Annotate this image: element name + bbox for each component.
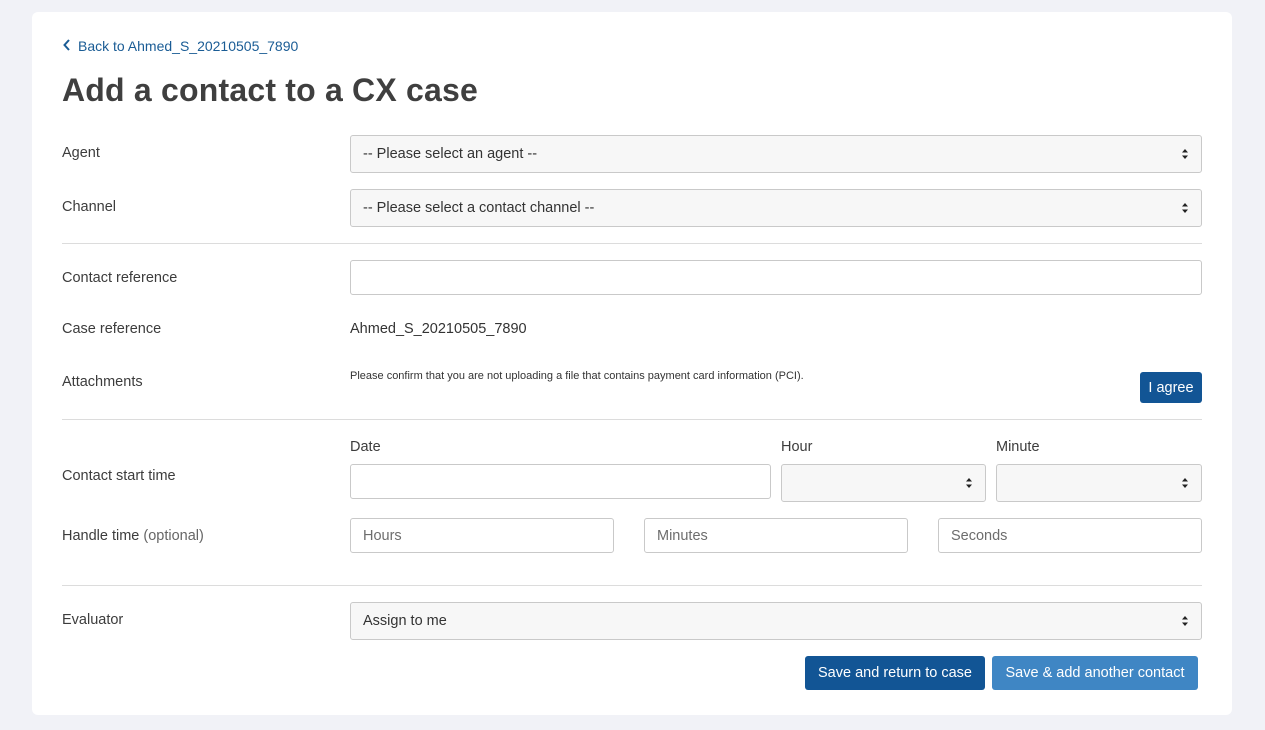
minute-header: Minute (996, 439, 1040, 455)
select-arrows-icon (965, 477, 973, 489)
select-arrows-icon (1181, 202, 1189, 214)
hours-placeholder: Hours (363, 527, 402, 544)
handle-time-label: Handle time (optional) (62, 528, 204, 544)
seconds-placeholder: Seconds (951, 527, 1008, 544)
agent-select[interactable]: -- Please select an agent -- (350, 135, 1202, 173)
back-link[interactable]: Back to Ahmed_S_20210505_7890 (62, 38, 298, 54)
select-arrows-icon (1181, 477, 1189, 489)
channel-select[interactable]: -- Please select a contact channel -- (350, 189, 1202, 227)
form-card: Back to Ahmed_S_20210505_7890 Add a cont… (32, 12, 1232, 715)
divider (62, 419, 1202, 420)
channel-label: Channel (62, 199, 117, 215)
agent-label: Agent (62, 145, 100, 161)
page-title: Add a contact to a CX case (62, 72, 478, 108)
contact-start-time-label: Contact start time (62, 468, 176, 484)
save-and-return-button[interactable]: Save and return to case (805, 656, 985, 690)
handle-time-label-text: Handle time (62, 528, 140, 544)
contact-reference-input[interactable] (350, 260, 1202, 295)
case-reference-value: Ahmed_S_20210505_7890 (350, 321, 527, 337)
handle-minutes-input[interactable]: Minutes (644, 518, 908, 553)
contact-reference-label: Contact reference (62, 270, 178, 286)
select-arrows-icon (1181, 615, 1189, 627)
chevron-left-icon (62, 38, 72, 54)
hour-header: Hour (781, 439, 813, 455)
channel-select-value: -- Please select a contact channel -- (363, 200, 595, 216)
date-header: Date (350, 439, 381, 455)
select-arrows-icon (1181, 148, 1189, 160)
date-input[interactable] (350, 464, 771, 499)
optional-hint: (optional) (143, 528, 204, 544)
handle-seconds-input[interactable]: Seconds (938, 518, 1202, 553)
minutes-placeholder: Minutes (657, 527, 708, 544)
hour-select[interactable] (781, 464, 986, 502)
attachments-label: Attachments (62, 374, 143, 390)
save-and-add-another-button[interactable]: Save & add another contact (992, 656, 1198, 690)
evaluator-select-value: Assign to me (363, 613, 447, 629)
pci-notice: Please confirm that you are not uploadin… (350, 370, 804, 382)
handle-hours-input[interactable]: Hours (350, 518, 614, 553)
back-link-label: Back to Ahmed_S_20210505_7890 (78, 38, 299, 54)
divider (62, 243, 1202, 244)
minute-select[interactable] (996, 464, 1202, 502)
divider (62, 585, 1202, 586)
agent-select-value: -- Please select an agent -- (363, 146, 538, 162)
case-reference-label: Case reference (62, 321, 162, 337)
evaluator-select[interactable]: Assign to me (350, 602, 1202, 640)
i-agree-button[interactable]: I agree (1140, 372, 1202, 403)
evaluator-label: Evaluator (62, 612, 124, 628)
